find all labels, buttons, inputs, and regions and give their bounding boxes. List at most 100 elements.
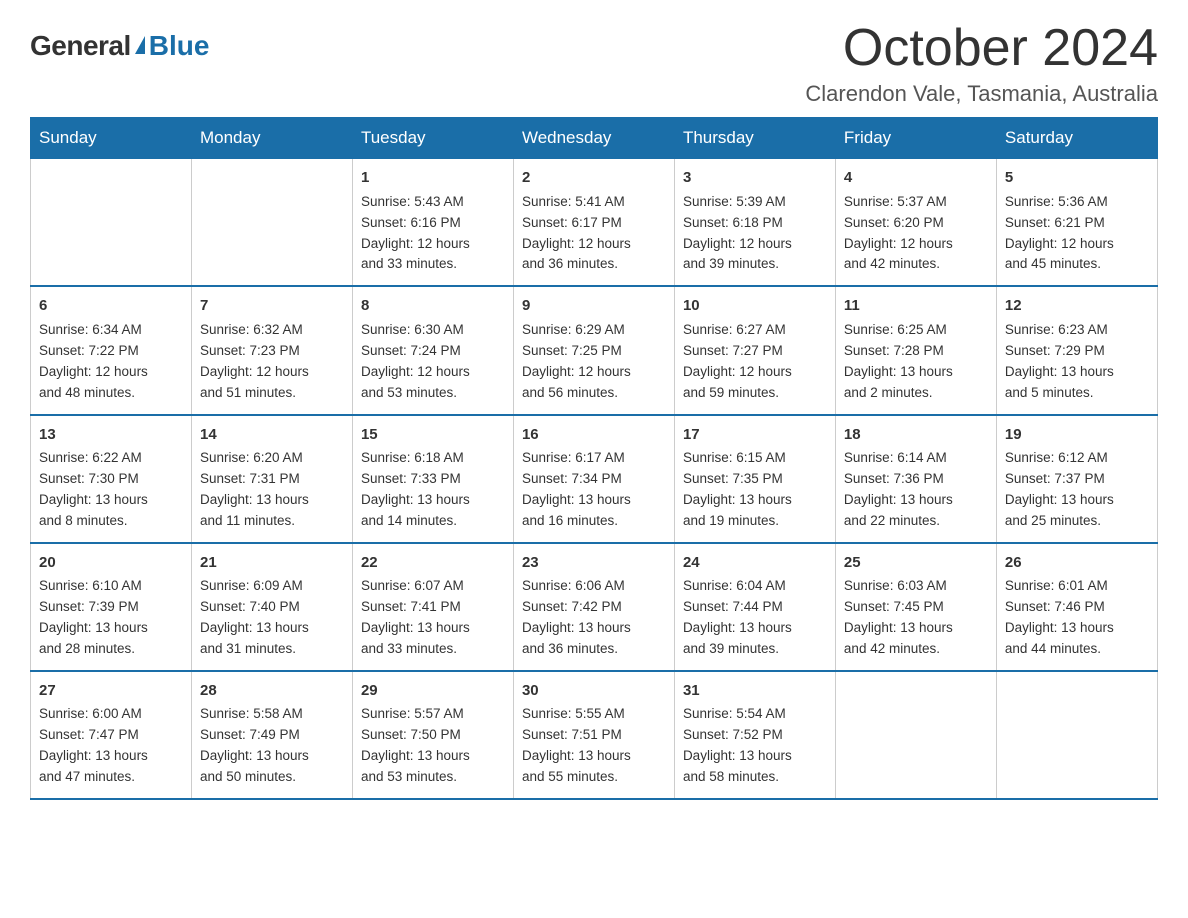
- day-info: Sunrise: 6:29 AM Sunset: 7:25 PM Dayligh…: [522, 320, 666, 404]
- day-info: Sunrise: 6:15 AM Sunset: 7:35 PM Dayligh…: [683, 448, 827, 532]
- day-info: Sunrise: 6:22 AM Sunset: 7:30 PM Dayligh…: [39, 448, 183, 532]
- day-number: 8: [361, 295, 505, 318]
- day-info: Sunrise: 5:55 AM Sunset: 7:51 PM Dayligh…: [522, 704, 666, 788]
- day-number: 2: [522, 167, 666, 190]
- page-header: General Blue October 2024 Clarendon Vale…: [30, 20, 1158, 107]
- calendar-table: SundayMondayTuesdayWednesdayThursdayFrid…: [30, 117, 1158, 800]
- day-info: Sunrise: 6:17 AM Sunset: 7:34 PM Dayligh…: [522, 448, 666, 532]
- calendar-cell: [191, 159, 352, 287]
- calendar-cell: 23Sunrise: 6:06 AM Sunset: 7:42 PM Dayli…: [513, 543, 674, 671]
- day-number: 18: [844, 424, 988, 447]
- logo: General Blue: [30, 30, 209, 62]
- day-number: 23: [522, 552, 666, 575]
- calendar-cell: 19Sunrise: 6:12 AM Sunset: 7:37 PM Dayli…: [996, 415, 1157, 543]
- day-number: 29: [361, 680, 505, 703]
- calendar-cell: 29Sunrise: 5:57 AM Sunset: 7:50 PM Dayli…: [352, 671, 513, 799]
- calendar-cell: 24Sunrise: 6:04 AM Sunset: 7:44 PM Dayli…: [674, 543, 835, 671]
- day-number: 22: [361, 552, 505, 575]
- calendar-cell: [31, 159, 192, 287]
- day-info: Sunrise: 6:20 AM Sunset: 7:31 PM Dayligh…: [200, 448, 344, 532]
- calendar-cell: 27Sunrise: 6:00 AM Sunset: 7:47 PM Dayli…: [31, 671, 192, 799]
- calendar-cell: 25Sunrise: 6:03 AM Sunset: 7:45 PM Dayli…: [835, 543, 996, 671]
- day-info: Sunrise: 6:32 AM Sunset: 7:23 PM Dayligh…: [200, 320, 344, 404]
- day-info: Sunrise: 6:07 AM Sunset: 7:41 PM Dayligh…: [361, 576, 505, 660]
- location-subtitle: Clarendon Vale, Tasmania, Australia: [805, 81, 1158, 107]
- day-number: 31: [683, 680, 827, 703]
- calendar-cell: 31Sunrise: 5:54 AM Sunset: 7:52 PM Dayli…: [674, 671, 835, 799]
- day-number: 5: [1005, 167, 1149, 190]
- day-info: Sunrise: 6:09 AM Sunset: 7:40 PM Dayligh…: [200, 576, 344, 660]
- day-info: Sunrise: 6:14 AM Sunset: 7:36 PM Dayligh…: [844, 448, 988, 532]
- week-row-4: 20Sunrise: 6:10 AM Sunset: 7:39 PM Dayli…: [31, 543, 1158, 671]
- day-number: 10: [683, 295, 827, 318]
- day-number: 11: [844, 295, 988, 318]
- calendar-cell: 7Sunrise: 6:32 AM Sunset: 7:23 PM Daylig…: [191, 286, 352, 414]
- calendar-cell: 12Sunrise: 6:23 AM Sunset: 7:29 PM Dayli…: [996, 286, 1157, 414]
- calendar-cell: [835, 671, 996, 799]
- day-info: Sunrise: 6:04 AM Sunset: 7:44 PM Dayligh…: [683, 576, 827, 660]
- day-number: 6: [39, 295, 183, 318]
- calendar-cell: 4Sunrise: 5:37 AM Sunset: 6:20 PM Daylig…: [835, 159, 996, 287]
- header-cell-thursday: Thursday: [674, 118, 835, 159]
- day-number: 12: [1005, 295, 1149, 318]
- calendar-cell: 10Sunrise: 6:27 AM Sunset: 7:27 PM Dayli…: [674, 286, 835, 414]
- day-info: Sunrise: 5:57 AM Sunset: 7:50 PM Dayligh…: [361, 704, 505, 788]
- calendar-cell: 1Sunrise: 5:43 AM Sunset: 6:16 PM Daylig…: [352, 159, 513, 287]
- logo-triangle-icon: [135, 36, 145, 54]
- calendar-cell: 13Sunrise: 6:22 AM Sunset: 7:30 PM Dayli…: [31, 415, 192, 543]
- calendar-body: 1Sunrise: 5:43 AM Sunset: 6:16 PM Daylig…: [31, 159, 1158, 799]
- week-row-5: 27Sunrise: 6:00 AM Sunset: 7:47 PM Dayli…: [31, 671, 1158, 799]
- month-title: October 2024: [805, 20, 1158, 77]
- header-cell-monday: Monday: [191, 118, 352, 159]
- day-number: 20: [39, 552, 183, 575]
- calendar-cell: 5Sunrise: 5:36 AM Sunset: 6:21 PM Daylig…: [996, 159, 1157, 287]
- calendar-cell: 20Sunrise: 6:10 AM Sunset: 7:39 PM Dayli…: [31, 543, 192, 671]
- day-info: Sunrise: 6:30 AM Sunset: 7:24 PM Dayligh…: [361, 320, 505, 404]
- day-info: Sunrise: 5:37 AM Sunset: 6:20 PM Dayligh…: [844, 192, 988, 276]
- day-number: 17: [683, 424, 827, 447]
- title-section: October 2024 Clarendon Vale, Tasmania, A…: [805, 20, 1158, 107]
- day-number: 21: [200, 552, 344, 575]
- day-info: Sunrise: 5:39 AM Sunset: 6:18 PM Dayligh…: [683, 192, 827, 276]
- day-number: 30: [522, 680, 666, 703]
- day-number: 1: [361, 167, 505, 190]
- day-number: 13: [39, 424, 183, 447]
- calendar-cell: [996, 671, 1157, 799]
- header-cell-saturday: Saturday: [996, 118, 1157, 159]
- day-info: Sunrise: 6:06 AM Sunset: 7:42 PM Dayligh…: [522, 576, 666, 660]
- calendar-cell: 2Sunrise: 5:41 AM Sunset: 6:17 PM Daylig…: [513, 159, 674, 287]
- calendar-cell: 16Sunrise: 6:17 AM Sunset: 7:34 PM Dayli…: [513, 415, 674, 543]
- calendar-cell: 9Sunrise: 6:29 AM Sunset: 7:25 PM Daylig…: [513, 286, 674, 414]
- header-cell-friday: Friday: [835, 118, 996, 159]
- day-info: Sunrise: 6:01 AM Sunset: 7:46 PM Dayligh…: [1005, 576, 1149, 660]
- day-info: Sunrise: 6:00 AM Sunset: 7:47 PM Dayligh…: [39, 704, 183, 788]
- day-number: 28: [200, 680, 344, 703]
- week-row-2: 6Sunrise: 6:34 AM Sunset: 7:22 PM Daylig…: [31, 286, 1158, 414]
- day-number: 24: [683, 552, 827, 575]
- day-number: 3: [683, 167, 827, 190]
- day-info: Sunrise: 5:58 AM Sunset: 7:49 PM Dayligh…: [200, 704, 344, 788]
- week-row-3: 13Sunrise: 6:22 AM Sunset: 7:30 PM Dayli…: [31, 415, 1158, 543]
- day-number: 19: [1005, 424, 1149, 447]
- day-info: Sunrise: 6:27 AM Sunset: 7:27 PM Dayligh…: [683, 320, 827, 404]
- day-number: 14: [200, 424, 344, 447]
- calendar-header: SundayMondayTuesdayWednesdayThursdayFrid…: [31, 118, 1158, 159]
- day-number: 7: [200, 295, 344, 318]
- day-info: Sunrise: 6:12 AM Sunset: 7:37 PM Dayligh…: [1005, 448, 1149, 532]
- day-info: Sunrise: 5:36 AM Sunset: 6:21 PM Dayligh…: [1005, 192, 1149, 276]
- day-info: Sunrise: 6:34 AM Sunset: 7:22 PM Dayligh…: [39, 320, 183, 404]
- logo-blue-text: Blue: [149, 30, 210, 62]
- header-row: SundayMondayTuesdayWednesdayThursdayFrid…: [31, 118, 1158, 159]
- calendar-cell: 11Sunrise: 6:25 AM Sunset: 7:28 PM Dayli…: [835, 286, 996, 414]
- day-number: 16: [522, 424, 666, 447]
- day-info: Sunrise: 6:18 AM Sunset: 7:33 PM Dayligh…: [361, 448, 505, 532]
- day-info: Sunrise: 6:25 AM Sunset: 7:28 PM Dayligh…: [844, 320, 988, 404]
- calendar-cell: 22Sunrise: 6:07 AM Sunset: 7:41 PM Dayli…: [352, 543, 513, 671]
- day-number: 27: [39, 680, 183, 703]
- day-number: 26: [1005, 552, 1149, 575]
- header-cell-sunday: Sunday: [31, 118, 192, 159]
- logo-general-text: General: [30, 30, 131, 62]
- calendar-cell: 26Sunrise: 6:01 AM Sunset: 7:46 PM Dayli…: [996, 543, 1157, 671]
- day-info: Sunrise: 5:54 AM Sunset: 7:52 PM Dayligh…: [683, 704, 827, 788]
- calendar-cell: 15Sunrise: 6:18 AM Sunset: 7:33 PM Dayli…: [352, 415, 513, 543]
